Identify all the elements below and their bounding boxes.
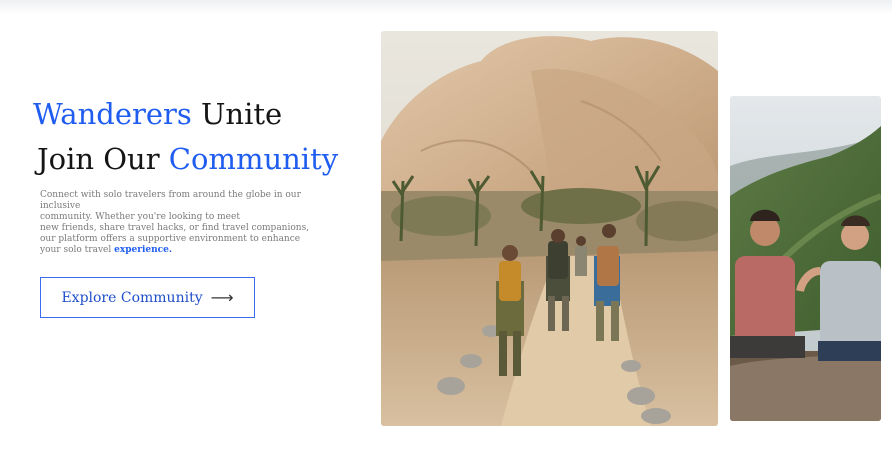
description-line: new friends, share travel hacks, or find… [40, 223, 310, 233]
description-line: our platform offers a supportive environ… [40, 234, 301, 244]
top-fade [0, 0, 892, 14]
friends-on-mountain-photo [730, 96, 881, 421]
explore-community-button[interactable]: Explore Community ⟶ [40, 277, 255, 318]
hero-heading: Wanderers Unite Join Our Community [33, 92, 338, 182]
heading-join-our: Join Our [37, 142, 160, 176]
arrow-right-icon: ⟶ [210, 288, 234, 307]
description-highlight: experience. [114, 245, 172, 255]
description-line: community. Whether you're looking to mee… [40, 212, 240, 222]
hikers-desert-trail-photo [381, 31, 718, 426]
hero-description: Connect with solo travelers from around … [40, 190, 340, 256]
description-line: Connect with solo travelers from around … [40, 190, 301, 211]
description-line: your solo travel [40, 245, 112, 255]
heading-unite: Unite [200, 97, 283, 131]
heading-accent-wanderers: Wanderers [33, 97, 192, 131]
explore-button-label: Explore Community [61, 289, 203, 306]
heading-accent-community: Community [168, 142, 339, 176]
